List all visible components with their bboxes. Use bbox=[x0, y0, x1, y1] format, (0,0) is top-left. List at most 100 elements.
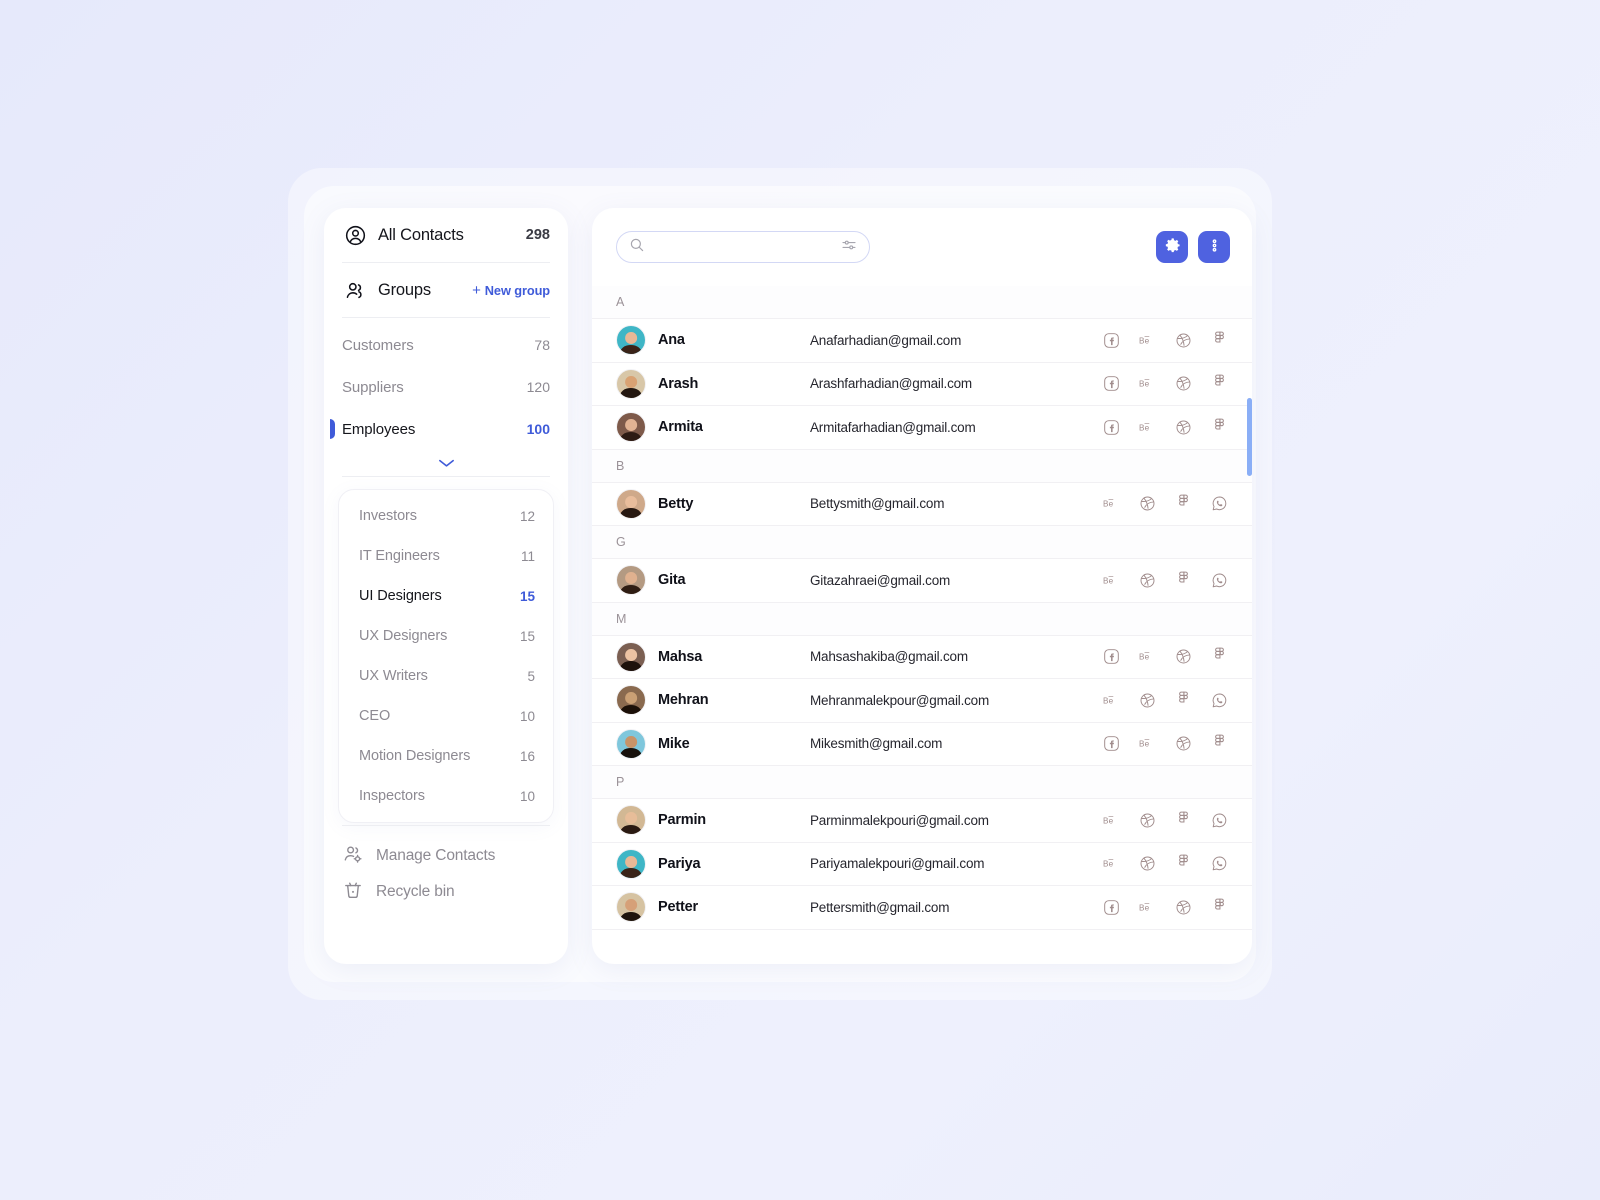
contact-row[interactable]: Mike Mikesmith@gmail.com Be bbox=[592, 722, 1252, 766]
avatar bbox=[616, 848, 646, 879]
sidebar-subgroup-ceo[interactable]: CEO 10 bbox=[339, 696, 553, 736]
behance-icon[interactable]: Be bbox=[1103, 495, 1120, 512]
behance-icon[interactable]: Be bbox=[1139, 899, 1156, 916]
avatar bbox=[616, 488, 646, 519]
dribbble-icon[interactable] bbox=[1139, 572, 1156, 589]
sidebar-group-suppliers[interactable]: Suppliers 120 bbox=[324, 366, 568, 408]
facebook-icon[interactable] bbox=[1103, 419, 1120, 436]
contact-name: Gita bbox=[658, 572, 686, 589]
whatsapp-icon[interactable] bbox=[1211, 855, 1228, 872]
svg-text:e: e bbox=[1145, 336, 1150, 345]
recycle-bin-button[interactable]: Recycle bin bbox=[324, 874, 568, 910]
dribbble-icon[interactable] bbox=[1175, 419, 1192, 436]
whatsapp-icon[interactable] bbox=[1211, 812, 1228, 829]
behance-icon[interactable]: Be bbox=[1139, 332, 1156, 349]
svg-text:e: e bbox=[1145, 380, 1150, 389]
whatsapp-icon[interactable] bbox=[1211, 572, 1228, 589]
sidebar-group-employees[interactable]: Employees 100 bbox=[324, 408, 568, 450]
figma-icon[interactable] bbox=[1175, 571, 1192, 589]
behance-icon[interactable]: Be bbox=[1139, 419, 1156, 436]
behance-icon[interactable]: Be bbox=[1139, 735, 1156, 752]
sidebar-group-customers[interactable]: Customers 78 bbox=[324, 324, 568, 366]
svg-text:e: e bbox=[1109, 500, 1114, 509]
sidebar-subgroup-ux-writers[interactable]: UX Writers 5 bbox=[339, 656, 553, 696]
settings-button[interactable] bbox=[1156, 231, 1188, 263]
dribbble-icon[interactable] bbox=[1175, 375, 1192, 392]
manage-contacts-button[interactable]: Manage Contacts bbox=[324, 838, 568, 874]
contact-row[interactable]: Gita Gitazahraei@gmail.com Be bbox=[592, 559, 1252, 603]
dribbble-icon[interactable] bbox=[1175, 899, 1192, 916]
figma-icon[interactable] bbox=[1175, 811, 1192, 829]
behance-icon[interactable]: Be bbox=[1103, 812, 1120, 829]
contact-row[interactable]: Mahsa Mahsashakiba@gmail.com Be bbox=[592, 635, 1252, 679]
sliders-icon[interactable] bbox=[841, 237, 857, 258]
contact-name: Arash bbox=[658, 375, 699, 392]
sidebar-subgroup-ui-designers[interactable]: UI Designers 15 bbox=[339, 576, 553, 616]
all-contacts-count: 298 bbox=[525, 227, 550, 243]
subgroup-count: 15 bbox=[519, 588, 535, 604]
contact-row[interactable]: Mehran Mehranmalekpour@gmail.com Be bbox=[592, 679, 1252, 723]
contact-row[interactable]: Arash Arashfarhadian@gmail.com Be bbox=[592, 362, 1252, 406]
whatsapp-icon[interactable] bbox=[1211, 692, 1228, 709]
sidebar-subgroup-motion-designers[interactable]: Motion Designers 16 bbox=[339, 736, 553, 776]
behance-icon[interactable]: Be bbox=[1139, 375, 1156, 392]
whatsapp-icon[interactable] bbox=[1211, 495, 1228, 512]
sidebar-subgroup-it-engineers[interactable]: IT Engineers 11 bbox=[339, 536, 553, 576]
contact-name: Mike bbox=[658, 735, 690, 752]
figma-icon[interactable] bbox=[1211, 734, 1228, 752]
dribbble-icon[interactable] bbox=[1175, 648, 1192, 665]
contact-row[interactable]: Pariya Pariyamalekpouri@gmail.com Be bbox=[592, 842, 1252, 886]
contact-list[interactable]: A Ana Anafarhadian@gmail.com Be Arash Arashfa… bbox=[592, 286, 1252, 964]
contact-row[interactable]: Betty Bettysmith@gmail.com Be bbox=[592, 482, 1252, 526]
recycle-bin-label: Recycle bin bbox=[376, 883, 455, 900]
figma-icon[interactable] bbox=[1211, 374, 1228, 392]
vertical-scrollbar-thumb[interactable] bbox=[1247, 398, 1252, 476]
contact-email: Parminmalekpouri@gmail.com bbox=[810, 812, 989, 828]
figma-icon[interactable] bbox=[1211, 647, 1228, 665]
svg-text:e: e bbox=[1109, 576, 1114, 585]
contact-row[interactable]: Ana Anafarhadian@gmail.com Be bbox=[592, 319, 1252, 363]
dribbble-icon[interactable] bbox=[1139, 855, 1156, 872]
sidebar-item-all-contacts[interactable]: All Contacts 298 bbox=[342, 208, 550, 262]
figma-icon[interactable] bbox=[1175, 854, 1192, 872]
new-group-button[interactable]: + New group bbox=[472, 282, 550, 299]
contact-name: Mahsa bbox=[658, 648, 703, 665]
sidebar-subgroup-ux-designers[interactable]: UX Designers 15 bbox=[339, 616, 553, 656]
figma-icon[interactable] bbox=[1211, 331, 1228, 349]
figma-icon[interactable] bbox=[1211, 418, 1228, 436]
contact-email: Pettersmith@gmail.com bbox=[810, 899, 950, 915]
subgroup-count: 10 bbox=[519, 708, 535, 724]
dribbble-icon[interactable] bbox=[1175, 735, 1192, 752]
expand-collapse-button[interactable] bbox=[324, 450, 568, 476]
letter-header-B: B bbox=[592, 449, 1252, 483]
sidebar-subgroup-inspectors[interactable]: Inspectors 10 bbox=[339, 776, 553, 816]
behance-icon[interactable]: Be bbox=[1103, 572, 1120, 589]
svg-text:e: e bbox=[1145, 740, 1150, 749]
contact-row[interactable]: Petter Pettersmith@gmail.com Be bbox=[592, 886, 1252, 930]
facebook-icon[interactable] bbox=[1103, 735, 1120, 752]
facebook-icon[interactable] bbox=[1103, 648, 1120, 665]
all-contacts-label: All Contacts bbox=[378, 225, 464, 244]
dribbble-icon[interactable] bbox=[1175, 332, 1192, 349]
group-count: 78 bbox=[534, 337, 550, 353]
facebook-icon[interactable] bbox=[1103, 375, 1120, 392]
contact-row[interactable]: Armita Armitafarhadian@gmail.com Be bbox=[592, 406, 1252, 450]
sidebar-subgroup-investors[interactable]: Investors 12 bbox=[339, 496, 553, 536]
behance-icon[interactable]: Be bbox=[1103, 692, 1120, 709]
search-input[interactable] bbox=[653, 239, 833, 255]
search-box[interactable] bbox=[616, 231, 870, 263]
more-options-button[interactable] bbox=[1198, 231, 1230, 263]
facebook-icon[interactable] bbox=[1103, 899, 1120, 916]
dribbble-icon[interactable] bbox=[1139, 692, 1156, 709]
sidebar-item-groups[interactable]: Groups + New group bbox=[342, 263, 550, 317]
figma-icon[interactable] bbox=[1175, 494, 1192, 512]
figma-icon[interactable] bbox=[1211, 898, 1228, 916]
contact-row[interactable]: Parmin Parminmalekpouri@gmail.com Be bbox=[592, 799, 1252, 843]
dribbble-icon[interactable] bbox=[1139, 812, 1156, 829]
figma-icon[interactable] bbox=[1175, 691, 1192, 709]
behance-icon[interactable]: Be bbox=[1103, 855, 1120, 872]
subgroup-count: 5 bbox=[527, 668, 535, 684]
dribbble-icon[interactable] bbox=[1139, 495, 1156, 512]
behance-icon[interactable]: Be bbox=[1139, 648, 1156, 665]
facebook-icon[interactable] bbox=[1103, 332, 1120, 349]
